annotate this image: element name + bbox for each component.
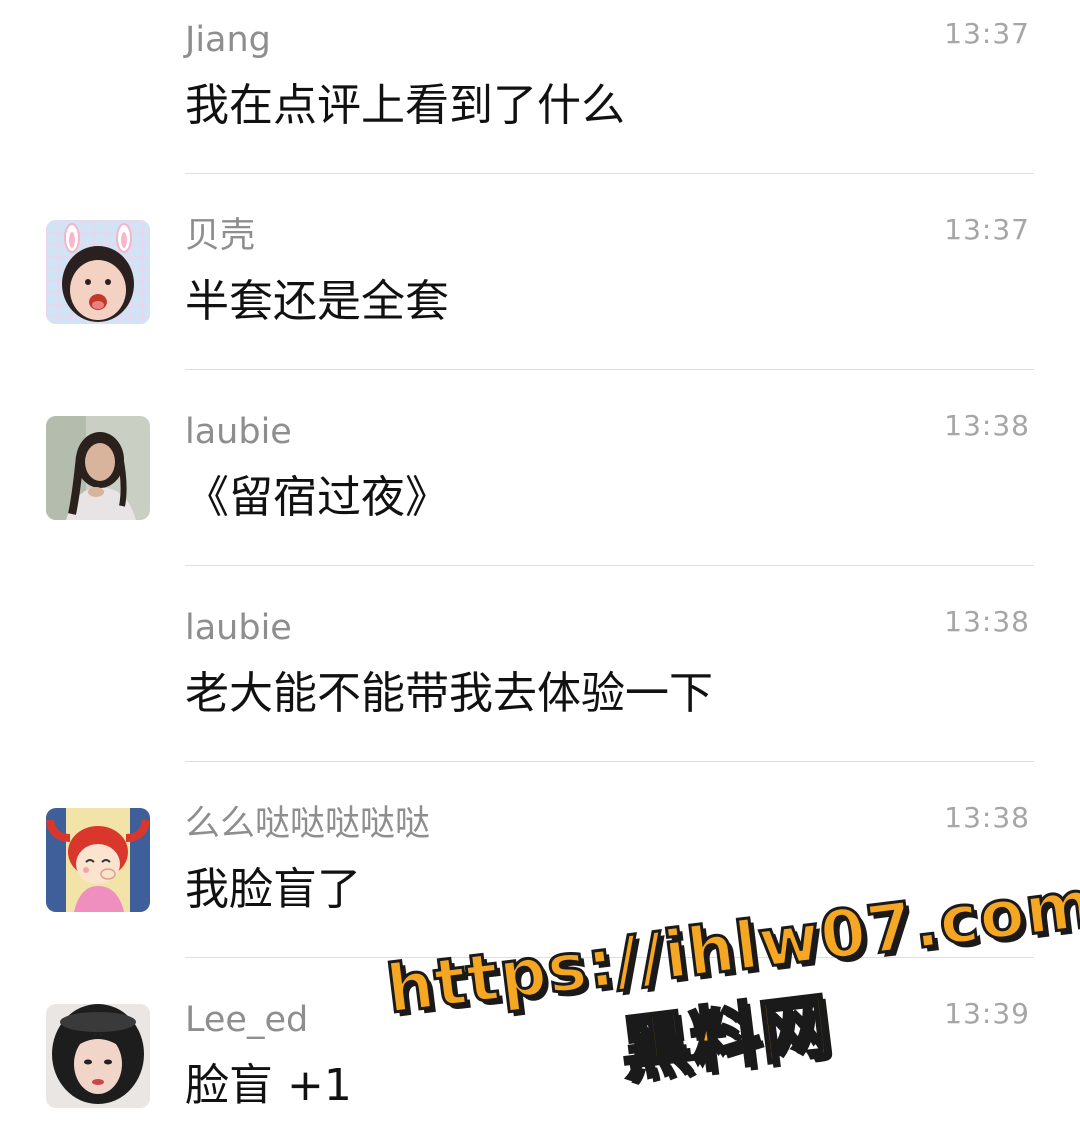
sender-name: laubie bbox=[185, 608, 292, 648]
message-row[interactable]: 贝壳 13:37 半套还是全套 bbox=[0, 196, 1080, 392]
avatar[interactable] bbox=[46, 416, 150, 520]
row-divider bbox=[185, 173, 1034, 174]
sender-name: laubie bbox=[185, 412, 292, 452]
message-text: 半套还是全套 bbox=[185, 276, 449, 327]
child-avatar-icon bbox=[46, 220, 150, 324]
message-time: 13:37 bbox=[944, 213, 1030, 246]
row-divider bbox=[185, 565, 1034, 566]
message-time: 13:37 bbox=[944, 17, 1030, 50]
message-time: 13:38 bbox=[944, 801, 1030, 834]
cartoon-girl-icon bbox=[46, 808, 150, 912]
message-row[interactable]: laubie 13:38 《留宿过夜》 bbox=[0, 392, 1080, 588]
woman-helmet-icon bbox=[46, 1004, 150, 1108]
sender-name: 么么哒哒哒哒哒 bbox=[185, 804, 431, 844]
message-text: 《留宿过夜》 bbox=[185, 472, 449, 523]
message-text: 我在点评上看到了什么 bbox=[185, 80, 625, 131]
avatar[interactable] bbox=[46, 1004, 150, 1108]
message-text: 我脸盲了 bbox=[185, 864, 361, 915]
chat-message-list: Jiang 13:37 我在点评上看到了什么 贝壳 13:37 半套还是全套 l… bbox=[0, 0, 1080, 1136]
sender-name: 贝壳 bbox=[185, 216, 256, 256]
message-text: 老大能不能带我去体验一下 bbox=[185, 668, 713, 719]
sender-name: Lee_ed bbox=[185, 1000, 309, 1040]
message-time: 13:38 bbox=[944, 605, 1030, 638]
message-time: 13:38 bbox=[944, 409, 1030, 442]
avatar[interactable] bbox=[46, 220, 150, 324]
row-divider bbox=[185, 761, 1034, 762]
message-row[interactable]: laubie 13:38 老大能不能带我去体验一下 bbox=[0, 588, 1080, 784]
woman-portrait-icon bbox=[46, 416, 150, 520]
avatar[interactable] bbox=[46, 808, 150, 912]
sender-name: Jiang bbox=[185, 20, 271, 60]
message-text: 脸盲 +1 bbox=[185, 1060, 352, 1111]
message-row[interactable]: Jiang 13:37 我在点评上看到了什么 bbox=[0, 0, 1080, 196]
row-divider bbox=[185, 369, 1034, 370]
